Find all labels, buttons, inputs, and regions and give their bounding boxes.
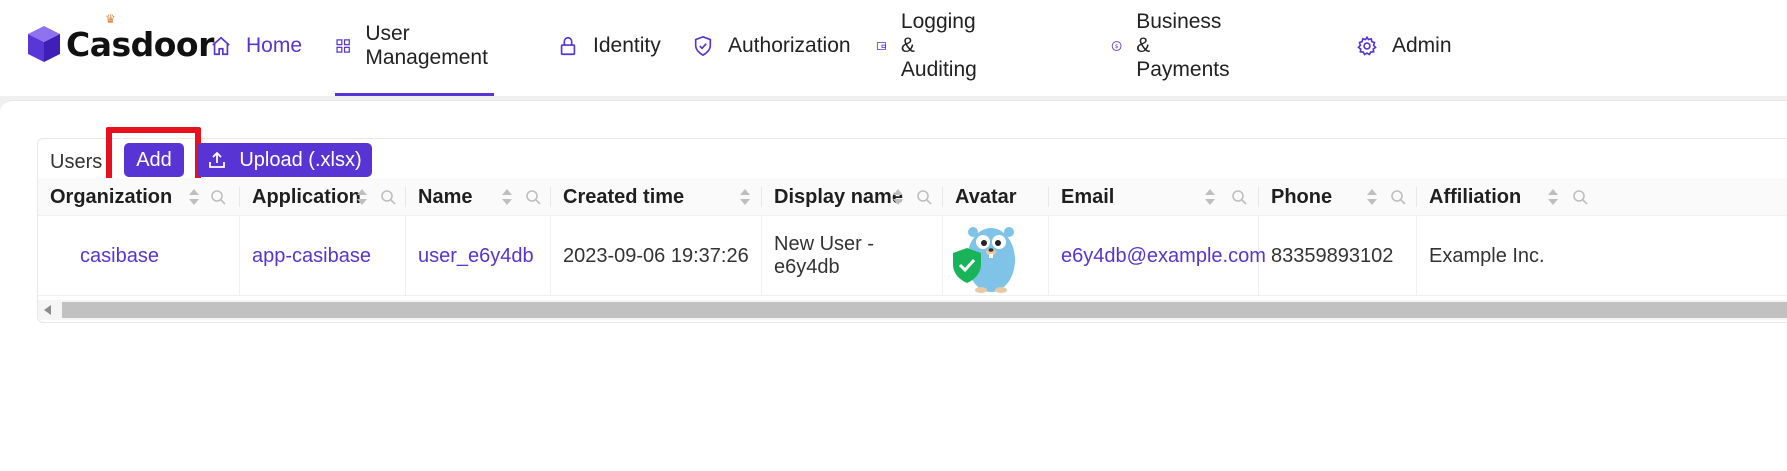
column-title: Name xyxy=(418,185,473,208)
apps-grid-icon xyxy=(336,39,350,53)
dollar-circle-icon: $ xyxy=(1111,41,1122,51)
column-title: Affiliation xyxy=(1429,185,1522,208)
column-title: Email xyxy=(1061,185,1115,208)
sort-icon[interactable] xyxy=(739,187,751,207)
cell-application[interactable]: app-casibase xyxy=(240,216,406,296)
nav-label: Home xyxy=(246,34,303,57)
cell-created-time: 2023-09-06 19:37:26 xyxy=(551,216,762,296)
top-navigation-bar: Casdoor ♛ Home User Management Identity xyxy=(0,0,1787,96)
column-header-email[interactable]: Email xyxy=(1049,178,1259,216)
nav-item-authorization[interactable]: Authorization xyxy=(692,0,851,96)
cell-email[interactable]: e6y4db@example.com xyxy=(1049,216,1266,296)
nav-label: Admin xyxy=(1392,34,1452,57)
lock-icon xyxy=(560,36,576,56)
sort-icon[interactable] xyxy=(356,187,368,207)
sort-icon[interactable] xyxy=(1547,187,1559,207)
table-header: Organization Application Name Created ti… xyxy=(38,178,1787,216)
column-title: Organization xyxy=(50,185,173,208)
upload-label: Upload (.xlsx) xyxy=(239,148,362,171)
column-header-name[interactable]: Name xyxy=(406,178,551,216)
cell-display-name: New User - e6y4db xyxy=(762,216,943,296)
nav-item-home[interactable]: Home xyxy=(210,0,302,96)
search-icon[interactable] xyxy=(1572,189,1588,205)
search-icon[interactable] xyxy=(210,189,226,205)
upload-xlsx-button[interactable]: Upload (.xlsx) xyxy=(197,143,372,177)
column-title: Avatar xyxy=(955,185,1017,208)
cell-organization[interactable]: casibase xyxy=(68,216,240,296)
column-title: Application xyxy=(252,185,361,208)
column-header-created-time[interactable]: Created time xyxy=(551,178,762,216)
nav-item-logging-auditing[interactable]: Logging & Auditing xyxy=(876,0,988,96)
column-header-application[interactable]: Application xyxy=(240,178,406,216)
sort-icon[interactable] xyxy=(1204,187,1216,207)
nav-label: Authorization xyxy=(728,34,851,57)
svg-text:$: $ xyxy=(1115,44,1119,50)
sort-icon[interactable] xyxy=(892,187,904,207)
casdoor-logo[interactable]: Casdoor ♛ xyxy=(26,12,214,66)
upload-icon xyxy=(209,151,226,168)
nav-label: Business & Payments xyxy=(1136,10,1230,81)
crown-icon: ♛ xyxy=(105,12,116,26)
table-title: Users xyxy=(50,150,103,173)
column-title: Phone xyxy=(1271,185,1333,208)
scroll-left-arrow-icon[interactable] xyxy=(44,305,51,315)
search-icon[interactable] xyxy=(916,189,932,205)
nav-item-identity[interactable]: Identity xyxy=(557,0,661,96)
cube-logo-icon xyxy=(28,26,60,62)
home-icon xyxy=(212,36,230,56)
cell-avatar[interactable] xyxy=(943,216,1049,296)
sort-icon[interactable] xyxy=(1366,187,1378,207)
cell-name[interactable]: user_e6y4db xyxy=(406,216,551,296)
column-header-affiliation[interactable]: Affiliation xyxy=(1417,178,1787,216)
table-row: casibase app-casibase user_e6y4db 2023-0… xyxy=(38,216,1787,296)
gopher-shield-avatar[interactable] xyxy=(951,218,1019,294)
column-title: Created time xyxy=(563,185,685,208)
nav-label: Logging & Auditing xyxy=(900,10,977,81)
search-icon[interactable] xyxy=(1390,189,1406,205)
nav-label: User Management xyxy=(365,22,488,69)
column-title: Display name xyxy=(774,185,903,208)
column-header-organization[interactable]: Organization xyxy=(38,178,240,216)
search-icon[interactable] xyxy=(1231,189,1247,205)
sort-icon[interactable] xyxy=(501,187,513,207)
logo-text: Casdoor xyxy=(66,24,214,64)
nav-item-user-management[interactable]: User Management xyxy=(335,0,494,96)
sort-icon[interactable] xyxy=(188,187,200,207)
nav-item-admin[interactable]: Admin xyxy=(1356,0,1452,96)
gear-icon xyxy=(1357,35,1377,56)
nav-label: Identity xyxy=(593,34,661,57)
wallet-icon xyxy=(876,41,886,51)
search-icon[interactable] xyxy=(380,189,396,205)
column-header-phone[interactable]: Phone xyxy=(1259,178,1417,216)
shield-check-icon xyxy=(694,35,712,57)
cell-affiliation: Example Inc. xyxy=(1429,244,1545,267)
column-header-display-name[interactable]: Display name xyxy=(762,178,943,216)
nav-item-business-payments[interactable]: $ Business & Payments xyxy=(1111,0,1240,96)
horizontal-scrollbar[interactable] xyxy=(38,300,1787,320)
cell-phone: 83359893102 xyxy=(1259,216,1417,296)
column-header-avatar[interactable]: Avatar xyxy=(943,178,1049,216)
scrollbar-thumb[interactable] xyxy=(62,302,1787,318)
search-icon[interactable] xyxy=(525,189,541,205)
